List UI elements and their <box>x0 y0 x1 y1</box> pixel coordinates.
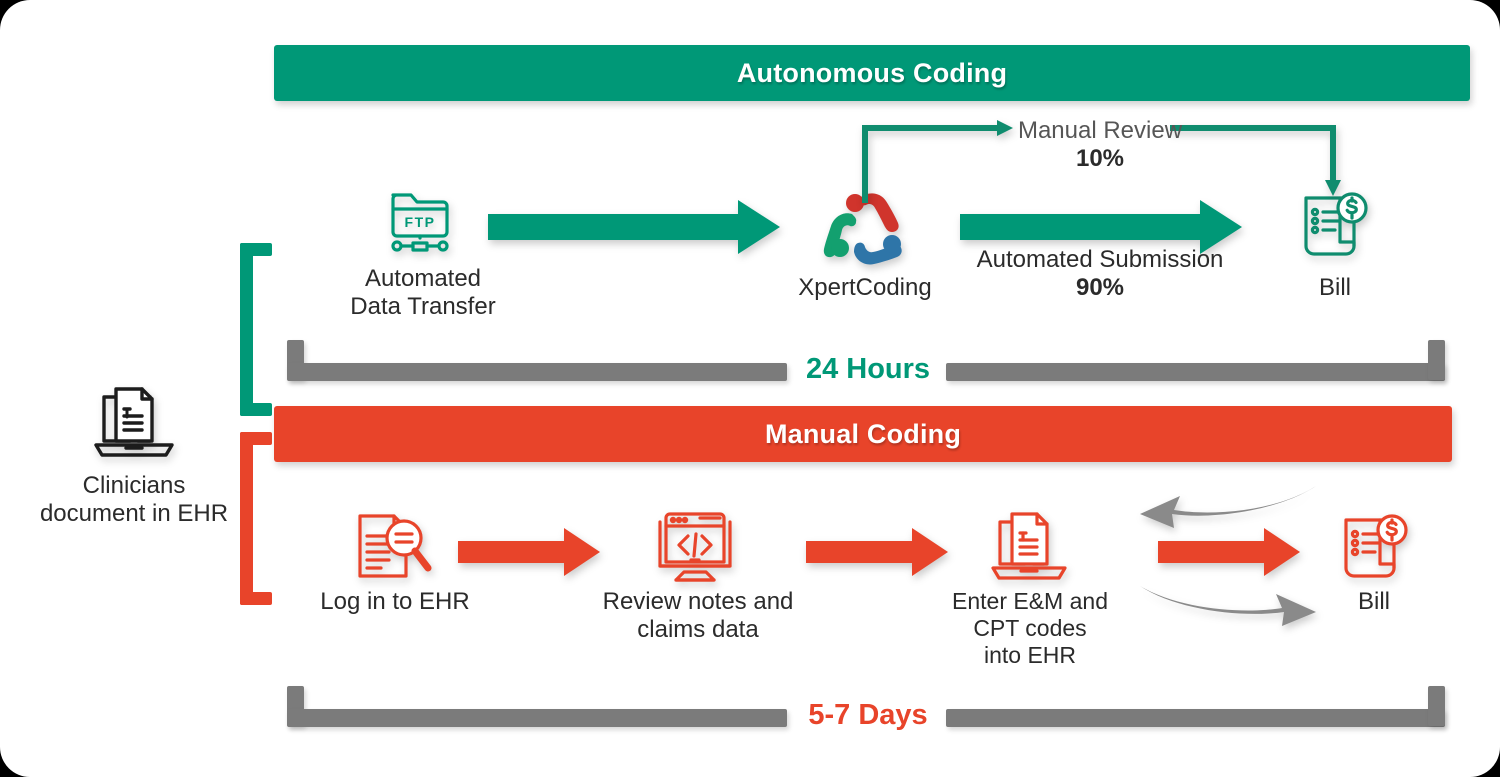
login-ehr-label: Log in to EHR <box>290 588 500 616</box>
clinicians-label-line1: Clinicians <box>82 472 186 499</box>
document-magnifier-icon <box>352 510 434 588</box>
arrow-review-to-enter-codes <box>806 528 948 576</box>
bill-red-label-line1: Bill <box>1357 588 1390 615</box>
manual-review-value: 10% <box>1075 145 1125 173</box>
arrow-data-transfer-to-xpertcoding <box>488 200 780 254</box>
arrow-enter-codes-to-bill <box>1158 528 1300 576</box>
rework-loop-arrow-forward <box>1140 578 1316 626</box>
bill-red-label: Bill <box>1322 588 1426 616</box>
monitor-code-icon <box>648 508 742 588</box>
autonomous-coding-banner-title: Autonomous Coding <box>736 57 1008 88</box>
manual-review-label-text: Manual Review <box>1017 117 1183 144</box>
review-notes-label: Review notes and claims data <box>598 588 798 645</box>
laptop-document-red-icon <box>985 508 1073 586</box>
clinicians-label: Clinicians document in EHR <box>20 472 248 529</box>
review-notes-label-line2: claims data <box>637 616 759 644</box>
enter-codes-label: Enter E&M and CPT codes into EHR <box>932 588 1128 669</box>
arrow-login-to-review <box>458 528 600 576</box>
enter-codes-label-line3: into EHR <box>983 642 1077 669</box>
review-notes-label-line1: Review notes and <box>602 588 794 615</box>
manual-review-label: Manual Review 10% <box>1000 117 1200 174</box>
rework-loop-arrow-back <box>1140 480 1316 528</box>
clinicians-label-line2: document in EHR <box>39 500 229 528</box>
manual-coding-banner-title: Manual Coding <box>764 418 962 449</box>
xpertcoding-label: XpertCoding <box>780 274 950 302</box>
autonomous-timeline-text: 24 Hours <box>805 353 931 385</box>
bill-invoice-red-icon <box>1338 512 1410 582</box>
autonomous-branch-bracket <box>240 243 274 416</box>
automated-data-transfer-label-line1: Automated <box>364 265 482 292</box>
login-ehr-label-line1: Log in to EHR <box>320 588 470 615</box>
automated-submission-label-text: Automated Submission <box>976 246 1224 273</box>
bill-invoice-icon <box>1298 190 1370 260</box>
manual-coding-banner: Manual Coding <box>274 406 1452 462</box>
clinicians-laptop-icon <box>88 383 180 463</box>
ftp-folder-icon: FTP <box>383 186 463 258</box>
automated-data-transfer-label: Automated Data Transfer <box>330 265 516 322</box>
manual-timeline-text: 5-7 Days <box>808 699 928 731</box>
diagram-canvas: Autonomous Coding Clinicians document in… <box>0 0 1500 777</box>
enter-codes-label-line1: Enter E&M and <box>952 588 1108 614</box>
bill-green-label: Bill <box>1280 274 1390 302</box>
xpertcoding-label-line1: XpertCoding <box>798 274 932 301</box>
autonomous-coding-banner: Autonomous Coding <box>274 45 1470 101</box>
automated-submission-value: 90% <box>1075 274 1125 302</box>
bill-green-label-line1: Bill <box>1318 274 1351 301</box>
svg-text:FTP: FTP <box>405 214 436 230</box>
manual-branch-bracket <box>240 432 274 605</box>
enter-codes-label-line2: CPT codes <box>973 615 1087 642</box>
automated-data-transfer-label-line2: Data Transfer <box>350 293 496 321</box>
automated-submission-label: Automated Submission 90% <box>950 246 1250 303</box>
